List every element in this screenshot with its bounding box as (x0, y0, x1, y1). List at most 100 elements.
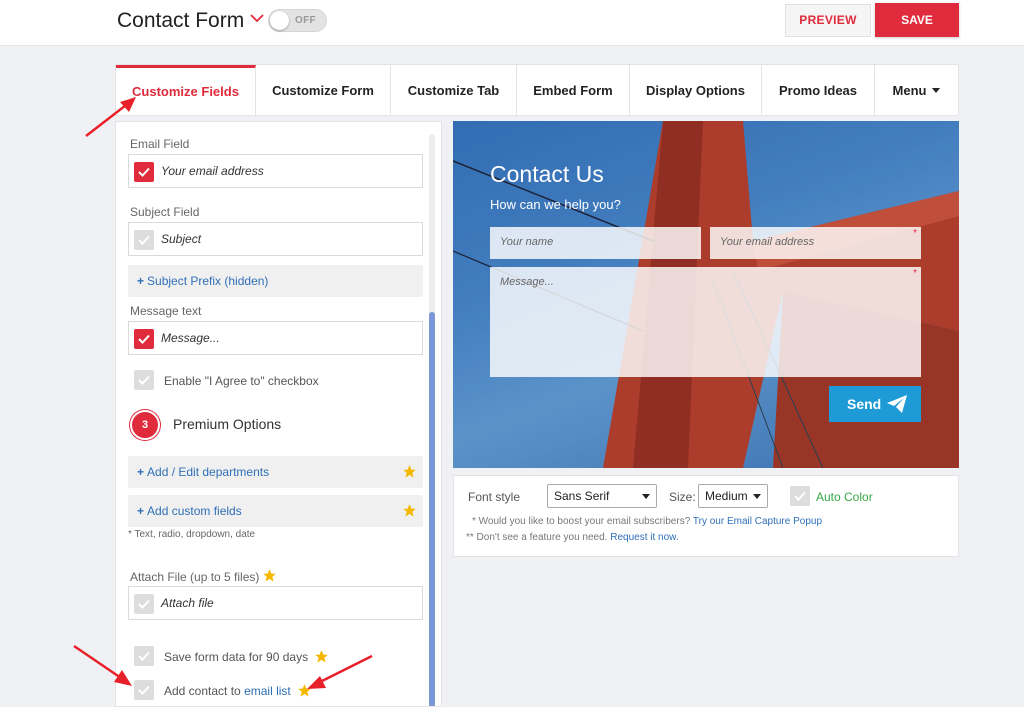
tab-menu[interactable]: Menu (875, 65, 958, 115)
preview-message-input[interactable]: Message... * (490, 267, 921, 377)
subject-field[interactable]: Subject (128, 222, 423, 256)
tab-label: Embed Form (533, 82, 613, 98)
font-style-label: Font style (468, 490, 521, 504)
red-arrow-icon (85, 97, 136, 137)
email-field-checkbox[interactable] (134, 162, 154, 182)
email-capture-link[interactable]: Try our Email Capture Popup (693, 516, 822, 527)
font-style-select[interactable]: Sans Serif (547, 484, 657, 508)
check-icon (138, 685, 150, 695)
name-placeholder: Your name (500, 236, 554, 248)
attach-file-field[interactable]: Attach file (128, 586, 423, 620)
email-placeholder: Your email address (720, 236, 815, 248)
attach-file-checkbox[interactable] (134, 594, 154, 614)
tab-label: Customize Fields (132, 84, 239, 99)
auto-color-checkbox[interactable] (790, 486, 810, 506)
check-icon (138, 375, 150, 385)
check-icon (794, 491, 806, 501)
tab-label: Display Options (646, 82, 745, 98)
style-options-bar: Font style Sans Serif Size: Medium Auto … (453, 475, 959, 557)
agree-checkbox-label: Enable "I Agree to" checkbox (164, 374, 319, 388)
message-field-checkbox[interactable] (134, 329, 154, 349)
required-mark: * (913, 228, 917, 239)
check-icon (138, 599, 150, 609)
tab-embed-form[interactable]: Embed Form (517, 65, 630, 115)
email-list-link[interactable]: email list (244, 684, 291, 698)
request-feature-link[interactable]: Request it now. (610, 532, 678, 543)
preview-email-input[interactable]: Your email address * (710, 227, 921, 259)
message-field-placeholder: Message... (161, 331, 220, 345)
paper-plane-icon (887, 395, 907, 413)
toggle-knob (270, 11, 289, 30)
size-value: Medium (705, 489, 748, 503)
message-field[interactable]: Message... (128, 321, 423, 355)
plus-icon: + (137, 504, 145, 518)
add-custom-fields-label: Add custom fields (147, 504, 242, 518)
caret-down-icon (753, 494, 761, 499)
fields-panel: Email Field Your email address Subject F… (115, 121, 442, 707)
tab-display-options[interactable]: Display Options (630, 65, 762, 115)
save-button[interactable]: SAVE (875, 3, 959, 37)
add-departments-button[interactable]: + Add / Edit departments (128, 456, 423, 488)
scrollbar-thumb[interactable] (429, 312, 435, 706)
tab-label: Promo Ideas (778, 82, 858, 98)
font-style-value: Sans Serif (554, 489, 610, 503)
email-capture-note: * Would you like to boost your email sub… (472, 516, 822, 527)
toggle-label: OFF (295, 15, 316, 26)
size-select[interactable]: Medium (698, 484, 768, 508)
caret-down-icon (642, 494, 650, 499)
subject-prefix-button[interactable]: + Subject Prefix (hidden) (128, 265, 423, 297)
agree-checkbox[interactable] (134, 370, 154, 390)
add-contact-text: Add contact to (164, 684, 241, 698)
email-field[interactable]: Your email address (128, 154, 423, 188)
add-custom-fields-button[interactable]: + Add custom fields (128, 495, 423, 527)
tab-label: Customize Form (272, 82, 374, 98)
premium-options-title: Premium Options (173, 416, 282, 432)
red-arrow-icon (73, 644, 132, 686)
subject-field-placeholder: Subject (161, 232, 202, 246)
tab-promo-ideas[interactable]: Promo Ideas (762, 65, 875, 115)
preview-send-button[interactable]: Send (829, 386, 921, 422)
message-field-label: Message text (130, 304, 202, 318)
add-contact-checkbox[interactable] (134, 680, 154, 700)
feature-request-text: ** Don't see a feature you need. (466, 532, 608, 543)
plus-icon: + (137, 465, 145, 479)
size-label: Size: (669, 490, 696, 504)
star-icon (263, 569, 276, 582)
preview-button[interactable]: PREVIEW (785, 4, 871, 37)
caret-down-icon (932, 87, 941, 93)
save-data-label: Save form data for 90 days (164, 650, 309, 664)
premium-step-badge: 3 (130, 410, 160, 440)
star-icon (403, 465, 416, 478)
app-title: Contact Form (117, 9, 245, 32)
email-field-placeholder: Your email address (161, 164, 264, 178)
form-toggle[interactable]: OFF (268, 9, 327, 32)
red-arrow-icon (307, 654, 373, 689)
subject-field-checkbox[interactable] (134, 230, 154, 250)
attach-file-placeholder: Attach file (161, 596, 214, 610)
attach-file-label: Attach File (up to 5 files) (130, 570, 260, 584)
message-placeholder: Message... (500, 276, 554, 288)
feature-request-note: ** Don't see a feature you need. Request… (466, 532, 679, 543)
auto-color-label: Auto Color (816, 490, 873, 504)
subject-field-label: Subject Field (130, 205, 200, 219)
check-icon (138, 334, 150, 344)
tab-label: Menu (892, 82, 927, 98)
star-icon (403, 504, 416, 517)
tab-label: Customize Tab (407, 82, 500, 98)
tab-customize-tab[interactable]: Customize Tab (391, 65, 517, 115)
chevron-down-icon[interactable] (249, 12, 265, 24)
send-label: Send (847, 396, 882, 412)
subject-prefix-label: Subject Prefix (hidden) (147, 274, 269, 288)
check-icon (138, 167, 150, 177)
tab-customize-form[interactable]: Customize Form (256, 65, 391, 115)
save-data-checkbox[interactable] (134, 646, 154, 666)
top-bar: Contact Form OFF PREVIEW SAVE (0, 0, 1024, 46)
required-mark: * (913, 268, 917, 279)
tab-bar: Customize Fields Customize Form Customiz… (115, 64, 959, 116)
form-preview: Contact Us How can we help you? Your nam… (453, 121, 959, 468)
check-icon (138, 651, 150, 661)
plus-icon: + (137, 274, 145, 288)
custom-fields-note: * Text, radio, dropdown, date (128, 529, 256, 540)
add-contact-label: Add contact to email list (164, 684, 291, 698)
preview-name-input[interactable]: Your name (490, 227, 701, 259)
